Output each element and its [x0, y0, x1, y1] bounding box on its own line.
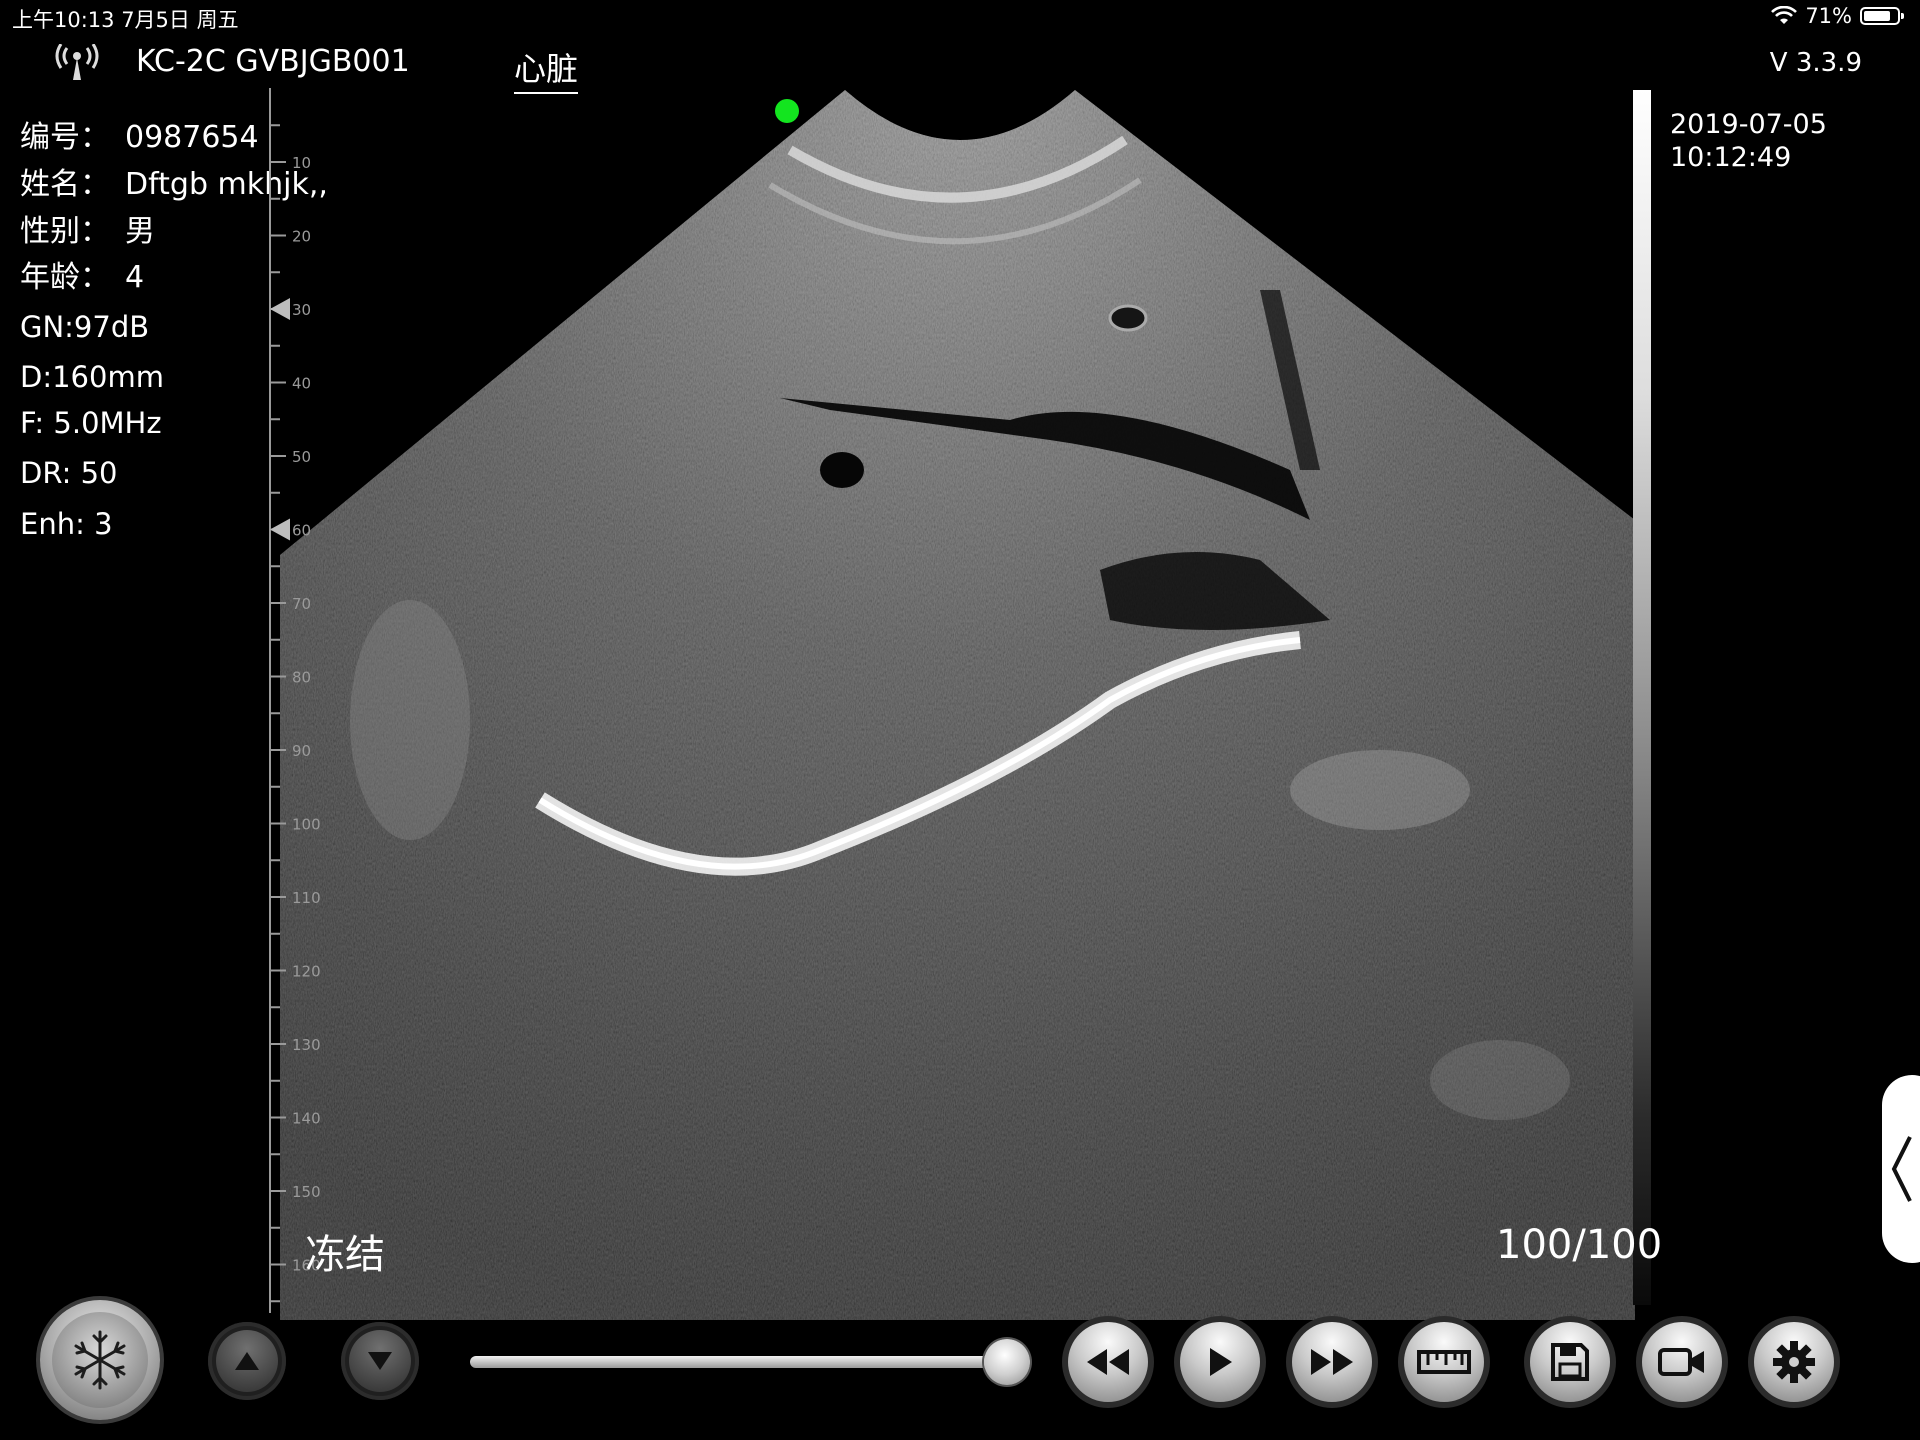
ruler-tick-label: 100	[292, 816, 321, 834]
record-button[interactable]	[1636, 1316, 1728, 1408]
param-depth: D:160mm	[20, 360, 164, 394]
freeze-button[interactable]	[40, 1300, 160, 1420]
ruler-icon	[1417, 1350, 1471, 1374]
cine-slider-track[interactable]	[470, 1356, 1030, 1368]
battery-icon	[1860, 7, 1904, 25]
snowflake-icon	[74, 1330, 126, 1390]
patient-id-row: 编号： 0987654	[20, 112, 259, 156]
patient-sex-row: 性别： 男	[20, 206, 155, 250]
gear-icon	[1773, 1341, 1815, 1383]
ruler-tick-label: 60	[292, 522, 311, 540]
rewind-button[interactable]	[1062, 1316, 1154, 1408]
param-enhance: Enh: 3	[20, 507, 113, 541]
patient-name-label: 姓名：	[20, 167, 110, 202]
acquisition-datetime: 2019-07-05 10:12:49	[1670, 108, 1827, 174]
video-camera-icon	[1658, 1348, 1704, 1376]
app-version: V 3.3.9	[1769, 48, 1862, 78]
status-time-date: 上午10:13 7月5日 周五	[12, 8, 239, 32]
ruler-tick-label: 80	[292, 669, 311, 687]
focus-marker[interactable]	[270, 298, 290, 320]
patient-sex-value: 男	[125, 214, 155, 249]
ruler-tick-label: 130	[292, 1036, 321, 1054]
ruler-tick-label: 120	[292, 963, 321, 981]
param-gain: GN:97dB	[20, 310, 150, 344]
probe-orientation-dot	[775, 99, 799, 123]
freeze-status-label: 冻结	[305, 1232, 385, 1278]
patient-sex-label: 性别：	[20, 214, 110, 249]
ruler-tick-label: 30	[292, 301, 311, 319]
save-icon	[1551, 1343, 1589, 1381]
device-name: KC-2C GVBJGB001	[136, 44, 410, 79]
focus-marker[interactable]	[270, 518, 290, 541]
ruler-tick-label: 10	[292, 154, 311, 172]
cine-slider-thumb[interactable]	[984, 1339, 1030, 1385]
status-right: 71%	[1771, 4, 1904, 28]
battery-percent: 71%	[1805, 4, 1852, 28]
wifi-icon	[1771, 6, 1798, 24]
patient-id-label: 编号：	[20, 120, 110, 155]
save-button[interactable]	[1524, 1316, 1616, 1408]
play-button[interactable]	[1174, 1316, 1266, 1408]
triangle-up-icon	[235, 1352, 259, 1370]
param-dynamic-range: DR: 50	[20, 456, 118, 490]
settings-button[interactable]	[1748, 1316, 1840, 1408]
chevron-left-icon	[1891, 1136, 1912, 1202]
grayscale-bar	[1633, 90, 1651, 1305]
ruler-tick-label: 50	[292, 448, 311, 466]
play-icon	[1210, 1348, 1232, 1376]
acquisition-time: 10:12:49	[1670, 142, 1792, 173]
patient-age-row: 年龄： 4	[20, 252, 144, 296]
acquisition-date: 2019-07-05	[1670, 109, 1827, 140]
patient-age-value: 4	[125, 260, 145, 295]
patient-age-label: 年龄：	[20, 260, 110, 295]
measure-button[interactable]	[1398, 1316, 1490, 1408]
ruler-tick-label: 150	[292, 1183, 321, 1201]
ruler-tick-label: 90	[292, 742, 311, 760]
tab-exam-mode[interactable]: 心脏	[514, 44, 579, 94]
ruler-tick-label: 20	[292, 228, 311, 246]
triangle-down-icon	[368, 1352, 392, 1370]
down-button[interactable]	[341, 1322, 419, 1400]
ruler-tick-label: 40	[292, 375, 311, 393]
patient-id-value: 0987654	[125, 120, 259, 155]
ruler-tick-label: 70	[292, 595, 311, 613]
ruler-tick-label: 140	[292, 1110, 321, 1128]
fast-forward-icon	[1311, 1349, 1353, 1375]
depth-ruler: 102030405060708090100110120130140150160	[269, 88, 321, 1313]
ruler-tick-label: 110	[292, 889, 321, 907]
fast-forward-button[interactable]	[1286, 1316, 1378, 1408]
param-frequency: F: 5.0MHz	[20, 406, 162, 440]
wireless-probe-icon	[55, 44, 99, 80]
up-button[interactable]	[208, 1322, 286, 1400]
side-panel-toggle[interactable]	[1882, 1075, 1920, 1263]
frame-counter: 100/100	[1496, 1222, 1663, 1268]
rewind-icon	[1087, 1349, 1129, 1375]
